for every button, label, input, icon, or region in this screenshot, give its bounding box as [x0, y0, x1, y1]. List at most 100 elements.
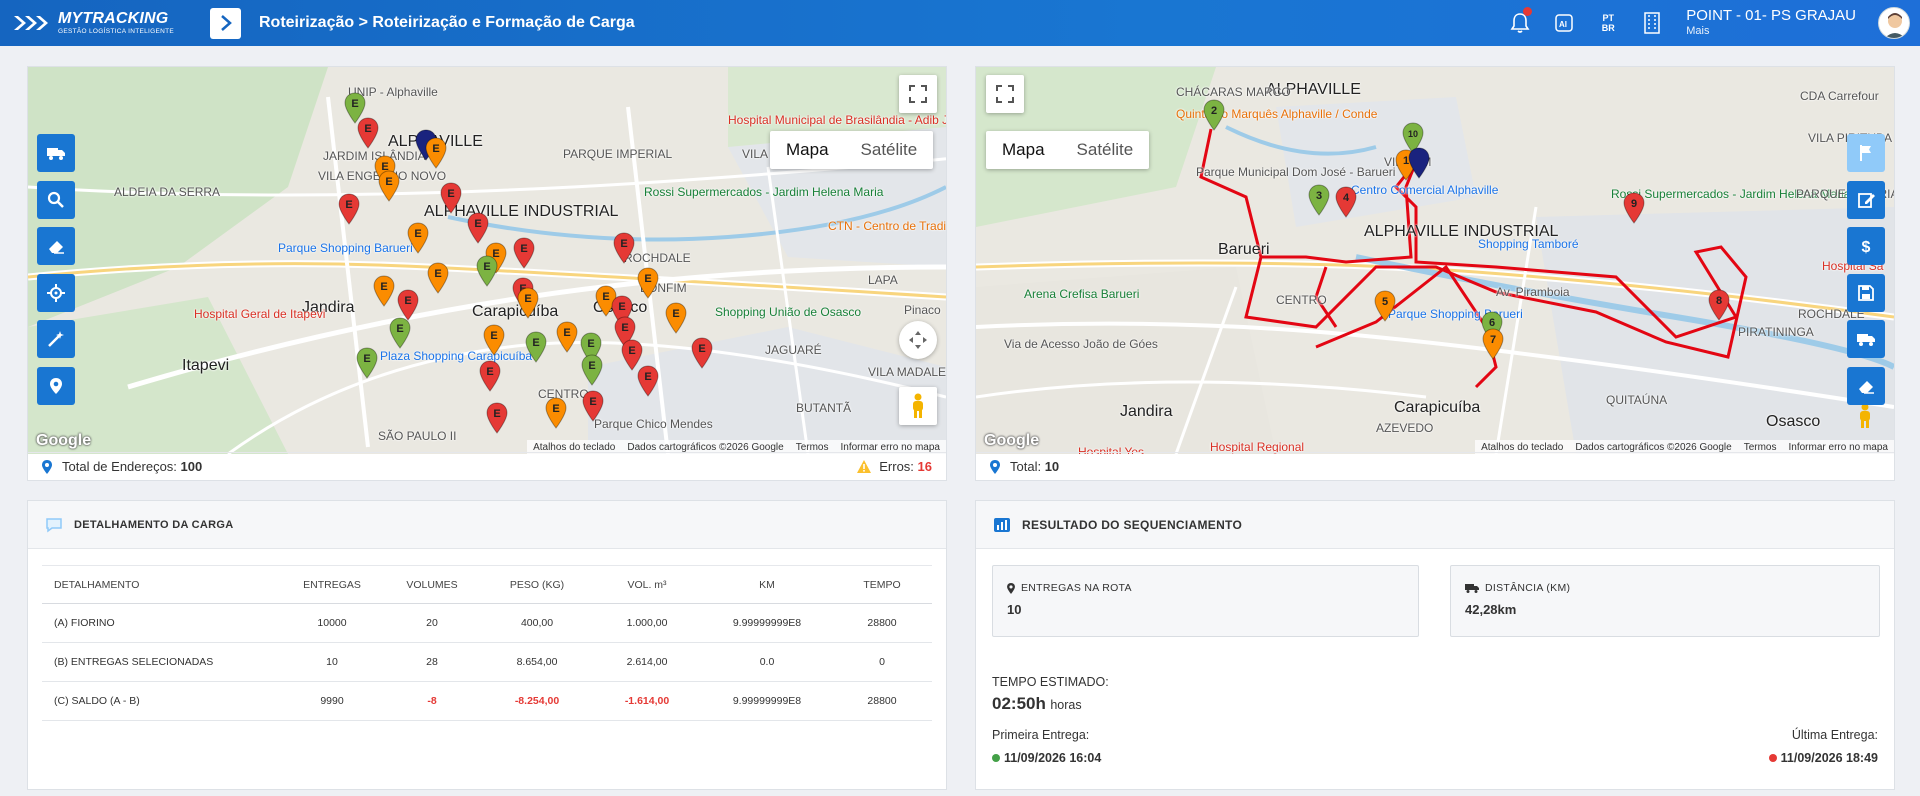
avatar[interactable]	[1878, 7, 1910, 39]
map-status-bar: Total de Endereços: 100 Erros: 16	[28, 452, 946, 480]
map-place-label: Hospital Geral de Itapevi	[194, 307, 326, 321]
ai-button[interactable]: AI	[1542, 0, 1586, 46]
report-error-link[interactable]: Informar erro no mapa	[841, 442, 941, 453]
menu-toggle-button[interactable]	[210, 7, 241, 39]
flag-tool-button[interactable]	[1847, 134, 1885, 172]
report-error-link[interactable]: Informar erro no mapa	[1789, 442, 1889, 453]
map-marker[interactable]: E	[613, 232, 635, 264]
logo-chevrons-icon	[12, 12, 54, 34]
map-marker[interactable]: E	[407, 222, 429, 254]
table-cell: 0	[832, 642, 932, 682]
pan-control[interactable]	[899, 321, 937, 359]
map-marker[interactable]: E	[357, 117, 379, 149]
map-marker[interactable]: 8	[1708, 289, 1730, 321]
svg-text:3: 3	[1316, 190, 1322, 202]
svg-text:E: E	[380, 281, 387, 293]
street-view-button[interactable]	[899, 387, 937, 425]
map-marker[interactable]: E	[582, 390, 604, 422]
map-place-label: Shopping União de Osasco	[715, 305, 862, 319]
svg-text:E: E	[644, 371, 651, 383]
map-marker[interactable]: E	[581, 354, 603, 386]
truck-tool-button[interactable]	[37, 134, 75, 172]
edit-tool-button[interactable]	[1847, 180, 1885, 219]
map-marker[interactable]: 5	[1374, 290, 1396, 322]
map-marker[interactable]: E	[621, 339, 643, 371]
map-marker[interactable]: E	[665, 302, 687, 334]
panel-header: DETALHAMENTO DA CARGA	[28, 501, 946, 549]
map-pin-tool-button[interactable]	[37, 366, 75, 405]
fullscreen-button[interactable]	[986, 75, 1024, 113]
map-place-label: VILA MADALENA	[868, 365, 946, 379]
map-marker[interactable]: E	[691, 337, 713, 369]
map-place-label: LAPA	[868, 273, 898, 287]
map-marker[interactable]: 4	[1335, 186, 1357, 218]
top-header: MYTRACKING GESTÃO LOGÍSTICA INTELIGENTE …	[0, 0, 1920, 46]
dollar-tool-button[interactable]: $	[1847, 227, 1885, 265]
first-delivery: 11/09/2026 16:04	[992, 751, 1101, 765]
map-marker[interactable]: 3	[1308, 184, 1330, 216]
notifications-button[interactable]	[1498, 0, 1542, 46]
crosshair-tool-button[interactable]	[37, 273, 75, 312]
map-marker[interactable]: 2	[1203, 99, 1225, 131]
map-marker[interactable]: E	[525, 331, 547, 363]
map-place-label: BUTANTÃ	[796, 401, 852, 415]
map-marker[interactable]: E	[378, 170, 400, 202]
map-marker[interactable]: E	[479, 360, 501, 392]
map-marker[interactable]: E	[483, 324, 505, 356]
table-cell: 400,00	[482, 603, 592, 643]
terms-link[interactable]: Termos	[1744, 442, 1777, 453]
user-more-link[interactable]: Mais	[1686, 25, 1856, 38]
map-marker[interactable]: E	[556, 321, 578, 353]
depot-marker[interactable]	[1408, 147, 1430, 179]
map-type-satellite-button[interactable]: Satélite	[845, 131, 934, 169]
total-addresses-label: Total de Endereços:	[62, 459, 177, 474]
app-logo[interactable]: MYTRACKING GESTÃO LOGÍSTICA INTELIGENTE	[0, 0, 200, 46]
map-marker[interactable]: E	[338, 193, 360, 225]
status-dot-red	[1768, 754, 1777, 762]
map-type-map-button[interactable]: Mapa	[986, 131, 1061, 169]
map-type-map-button[interactable]: Mapa	[770, 131, 845, 169]
svg-text:$: $	[1862, 239, 1871, 256]
map-marker[interactable]: E	[637, 267, 659, 299]
user-menu[interactable]: POINT - 01- PS GRAJAU Mais	[1686, 7, 1856, 38]
truck-tool-button[interactable]	[1847, 320, 1885, 358]
addresses-map[interactable]: UNIP - AlphavilleALPHAVILLEJARDIM ISLÂND…	[28, 67, 946, 454]
map-place-label: Parque Shopping Barueri	[278, 241, 413, 255]
keyboard-shortcuts-link[interactable]: Atalhos do teclado	[533, 442, 615, 453]
fullscreen-button[interactable]	[899, 75, 937, 113]
search-tool-button[interactable]	[37, 180, 75, 219]
svg-text:E: E	[447, 188, 454, 200]
terms-link[interactable]: Termos	[796, 442, 829, 453]
svg-text:AI: AI	[1559, 20, 1567, 29]
map-marker[interactable]: E	[427, 262, 449, 294]
map-place-label: Arena Crefisa Barueri	[1024, 287, 1140, 301]
map-marker[interactable]: 9	[1623, 192, 1645, 224]
route-map[interactable]: ALPHAVILLE CHÁCARAS MARCO Quinta do Marquê…	[976, 67, 1894, 454]
keyboard-shortcuts-link[interactable]: Atalhos do teclado	[1481, 442, 1563, 453]
map-place-label: Via de Acesso João de Góes	[1004, 337, 1158, 351]
language-selector[interactable]: PT BR	[1586, 0, 1630, 46]
errors-value[interactable]: 16	[918, 459, 932, 474]
map-marker[interactable]: E	[389, 317, 411, 349]
logo-title: MYTRACKING	[58, 9, 169, 27]
crosshair-icon	[47, 283, 65, 302]
map-marker[interactable]: 7	[1482, 328, 1504, 360]
magic-wand-tool-button[interactable]	[37, 320, 75, 358]
eraser-tool-button[interactable]	[1847, 366, 1885, 405]
map-marker[interactable]: E	[476, 255, 498, 287]
map-marker[interactable]: E	[545, 397, 567, 429]
table-cell: 9990	[282, 681, 382, 721]
map-type-satellite-button[interactable]: Satélite	[1061, 131, 1150, 169]
map-marker[interactable]: E	[513, 237, 535, 269]
save-tool-button[interactable]	[1847, 273, 1885, 312]
map-marker[interactable]: E	[467, 212, 489, 244]
map-marker[interactable]: E	[425, 137, 447, 169]
map-marker[interactable]: E	[517, 287, 539, 319]
svg-text:E: E	[672, 308, 679, 320]
map-marker[interactable]: E	[356, 347, 378, 379]
company-button[interactable]	[1630, 0, 1674, 46]
map-marker[interactable]: E	[373, 275, 395, 307]
map-marker[interactable]: E	[440, 182, 462, 214]
map-marker[interactable]: E	[486, 402, 508, 434]
eraser-tool-button[interactable]	[37, 227, 75, 265]
